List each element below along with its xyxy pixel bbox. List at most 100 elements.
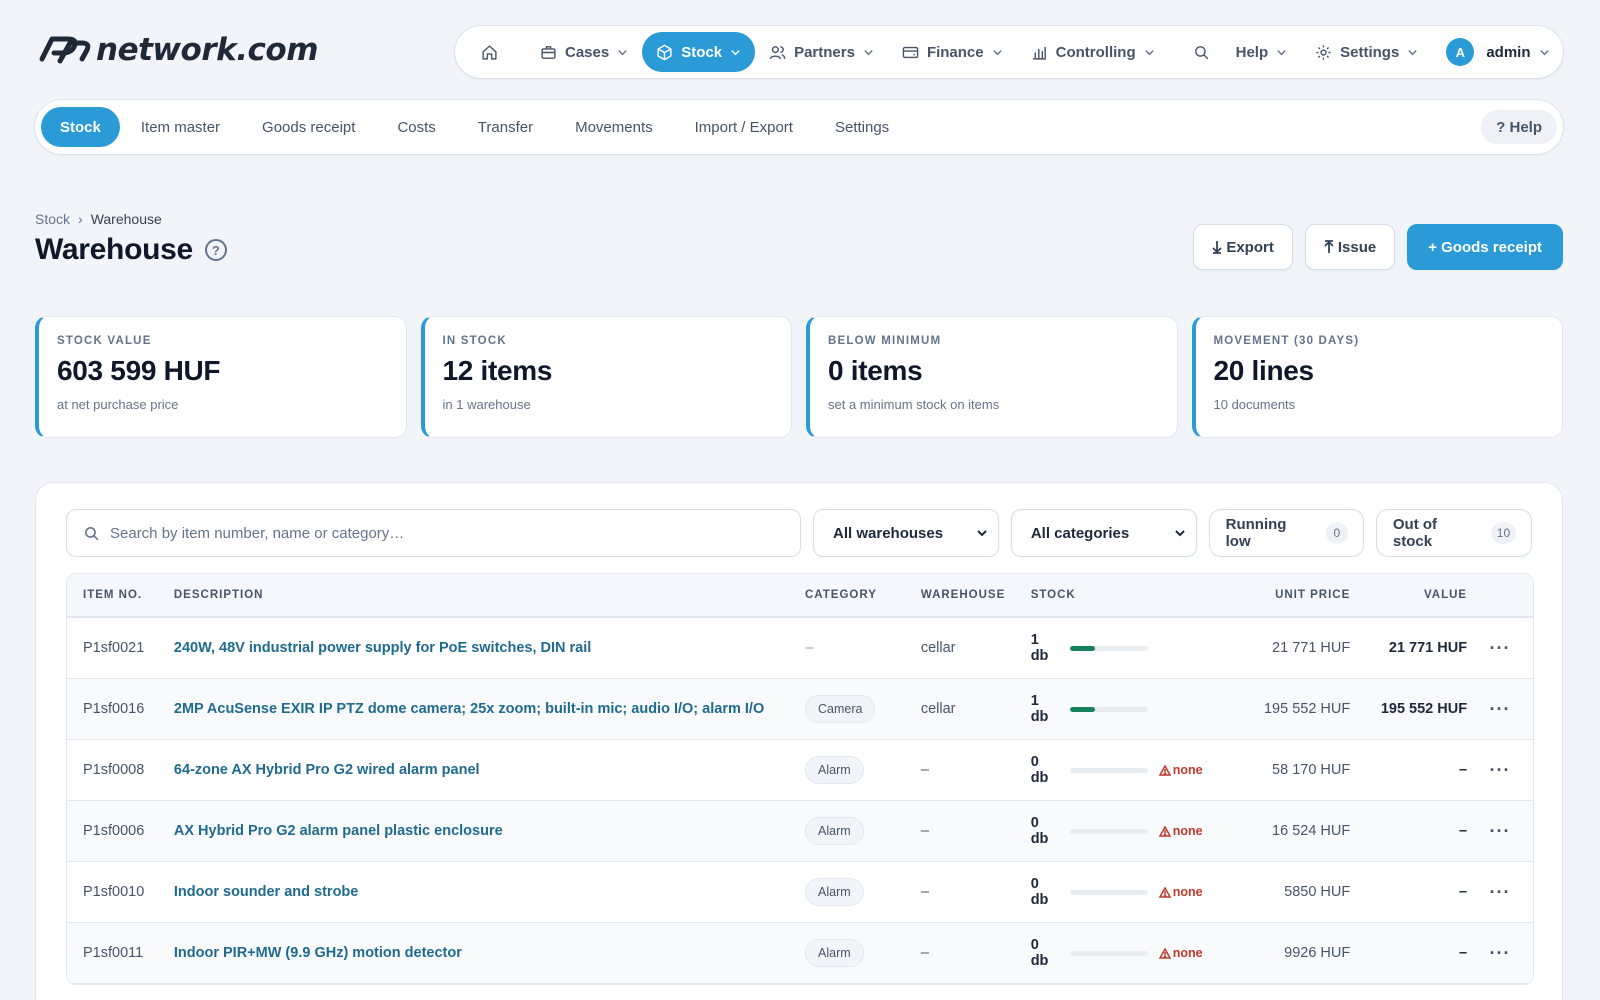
stat-value: 12 items (442, 355, 553, 386)
export-button[interactable]: Export (1193, 224, 1293, 270)
stock-warning: none (1158, 824, 1203, 838)
warning-icon (1158, 886, 1171, 898)
row-menu-button[interactable]: ··· (1467, 638, 1533, 659)
nav-partners[interactable]: Partners (755, 32, 888, 72)
page-header: Warehouse ? (35, 233, 227, 267)
category-badge: Camera (805, 695, 876, 723)
header-unit-price[interactable]: UNIT PRICE (1230, 589, 1350, 601)
upload-icon (1324, 240, 1334, 253)
nav-home[interactable] (465, 32, 514, 72)
sub-navigation: Stock Item master Goods receipt Costs Tr… (35, 100, 1563, 154)
warning-icon (1158, 764, 1171, 776)
row-item-no: P1sf0010 (83, 884, 145, 900)
page-actions: Export Issue + Goods receipt (1193, 224, 1563, 270)
row-stock-qty: 0 db (1030, 754, 1049, 786)
table-row[interactable]: P1sf0006 AX Hybrid Pro G2 alarm panel pl… (67, 801, 1533, 862)
chevron-down-icon (1408, 49, 1417, 55)
subnav-transfer[interactable]: Transfer (457, 107, 554, 147)
header-category[interactable]: CATEGORY (805, 589, 921, 601)
download-icon (1212, 241, 1222, 254)
header-description[interactable]: DESCRIPTION (174, 589, 805, 601)
row-stock-cell: 1 db (1031, 693, 1231, 725)
subnav-stock[interactable]: Stock (41, 107, 120, 147)
table-row[interactable]: P1sf0011 Indoor PIR+MW (9.9 GHz) motion … (67, 923, 1533, 984)
row-description-link[interactable]: 240W, 48V industrial power supply for Po… (174, 640, 805, 656)
chevron-down-icon (977, 530, 987, 537)
row-category-cell: Alarm (805, 939, 921, 967)
export-label: Export (1226, 238, 1274, 256)
nav-settings[interactable]: Settings (1301, 32, 1432, 72)
nav-finance[interactable]: Finance (888, 32, 1017, 72)
search-input[interactable] (110, 524, 785, 542)
users-icon (769, 45, 786, 59)
subnav-item-master[interactable]: Item master (120, 107, 241, 147)
nav-controlling[interactable]: Controlling (1017, 32, 1169, 72)
user-name: admin (1486, 43, 1531, 61)
row-warehouse: – (920, 823, 929, 839)
row-menu-button[interactable]: ··· (1467, 760, 1533, 781)
table-row[interactable]: P1sf0010 Indoor sounder and strobe Alarm… (67, 862, 1533, 923)
row-item-no: P1sf0011 (83, 945, 144, 961)
row-stock-qty: 1 db (1030, 693, 1049, 725)
category-select-value: All categories (1030, 524, 1130, 542)
stat-card-movement: MOVEMENT (30 DAYS) 20 lines 10 documents (1191, 316, 1563, 438)
table-row[interactable]: P1sf0008 64-zone AX Hybrid Pro G2 wired … (67, 740, 1533, 801)
nav-cases-label: Cases (565, 43, 610, 61)
chart-icon (1032, 46, 1046, 60)
nav-search[interactable] (1181, 32, 1222, 72)
nav-cases[interactable]: Cases (526, 32, 642, 72)
row-description-link[interactable]: 64-zone AX Hybrid Pro G2 wired alarm pan… (174, 762, 805, 778)
row-stock-cell: 0 db none (1031, 937, 1231, 969)
subnav-goods-receipt[interactable]: Goods receipt (241, 107, 376, 147)
page-title: Warehouse (35, 233, 193, 266)
row-description-link[interactable]: Indoor sounder and strobe (174, 884, 805, 900)
stock-level-bar (1069, 828, 1148, 834)
header-item-no[interactable]: ITEM NO. (67, 589, 174, 601)
user-menu[interactable]: A admin (1432, 32, 1563, 72)
nav-help[interactable]: Help (1222, 32, 1302, 72)
nav-stock[interactable]: Stock (642, 32, 756, 72)
chevron-down-icon (618, 49, 627, 55)
row-stock-cell: 0 db none (1031, 754, 1231, 786)
help-icon[interactable]: ? (204, 239, 227, 261)
out-of-stock-count: 10 (1490, 522, 1516, 544)
breadcrumb-root[interactable]: Stock (35, 211, 70, 227)
table-row[interactable]: P1sf0016 2MP AcuSense EXIR IP PTZ dome c… (67, 679, 1533, 740)
row-description-link[interactable]: AX Hybrid Pro G2 alarm panel plastic enc… (174, 823, 805, 839)
row-description-link[interactable]: Indoor PIR+MW (9.9 GHz) motion detector (174, 945, 805, 961)
box-icon (657, 44, 672, 60)
brand-logo[interactable]: network.com (38, 32, 319, 68)
row-menu-button[interactable]: ··· (1467, 943, 1533, 964)
header-warehouse[interactable]: WAREHOUSE (921, 589, 1031, 601)
row-menu-button[interactable]: ··· (1467, 821, 1533, 842)
stock-level-fill (1069, 645, 1096, 651)
stat-subtext: 10 documents (1213, 397, 1296, 412)
subnav-costs[interactable]: Costs (376, 107, 456, 147)
help-button[interactable]: ? Help (1481, 110, 1557, 144)
header-value[interactable]: VALUE (1350, 589, 1467, 601)
breadcrumb-current: Warehouse (90, 211, 162, 227)
subnav-movements[interactable]: Movements (554, 107, 674, 147)
stat-subtext: at net purchase price (57, 397, 179, 412)
running-low-filter[interactable]: Running low 0 (1208, 509, 1364, 557)
row-unit-price: 58 170 HUF (1272, 762, 1351, 778)
out-of-stock-filter[interactable]: Out of stock 10 (1375, 509, 1532, 557)
row-menu-button[interactable]: ··· (1467, 882, 1533, 903)
issue-button[interactable]: Issue (1304, 224, 1396, 270)
row-menu-button[interactable]: ··· (1467, 699, 1533, 720)
category-select[interactable]: All categories (1010, 509, 1197, 557)
row-description-link[interactable]: 2MP AcuSense EXIR IP PTZ dome camera; 25… (174, 701, 805, 717)
stock-warning-text: none (1172, 824, 1203, 838)
row-item-no: P1sf0016 (83, 701, 145, 717)
warning-icon (1158, 947, 1171, 959)
header-stock[interactable]: STOCK (1031, 589, 1231, 601)
goods-receipt-button[interactable]: + Goods receipt (1407, 224, 1563, 270)
subnav-settings[interactable]: Settings (814, 107, 910, 147)
stock-level-bar (1069, 950, 1148, 956)
subnav-import-export[interactable]: Import / Export (674, 107, 814, 147)
table-row[interactable]: P1sf0021 240W, 48V industrial power supp… (67, 618, 1533, 679)
row-stock-qty: 0 db (1030, 937, 1049, 969)
warehouse-select[interactable]: All warehouses (813, 509, 999, 557)
gear-icon (1316, 44, 1331, 60)
stock-panel: All warehouses All categories Running lo… (35, 482, 1563, 1000)
